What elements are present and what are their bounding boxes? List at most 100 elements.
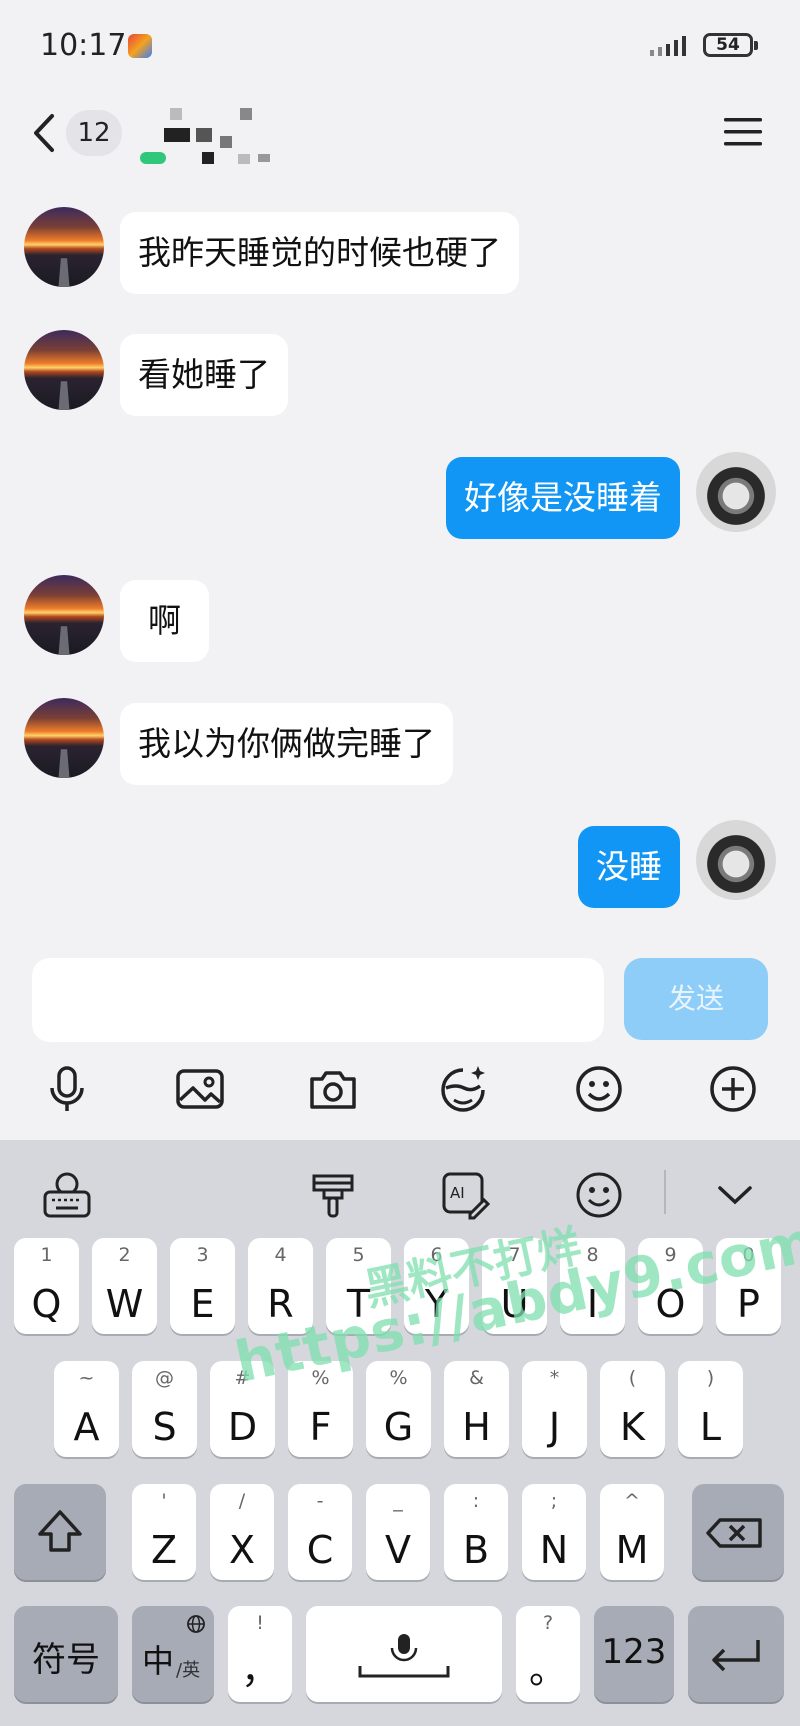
key-hint: _ bbox=[393, 1490, 403, 1512]
key-label: E bbox=[190, 1282, 215, 1326]
microphone-icon[interactable] bbox=[42, 1064, 92, 1114]
keyboard-emoji-icon[interactable] bbox=[574, 1170, 624, 1220]
message-input[interactable] bbox=[32, 958, 604, 1042]
key-label: N bbox=[539, 1528, 569, 1572]
plus-icon[interactable] bbox=[708, 1064, 758, 1114]
ai-writing-icon[interactable]: AI bbox=[440, 1170, 490, 1220]
user-avatar[interactable] bbox=[696, 820, 776, 900]
key-z[interactable]: ' Z bbox=[132, 1484, 196, 1580]
user-avatar[interactable] bbox=[696, 452, 776, 532]
comma-key-hint: ! bbox=[256, 1612, 264, 1634]
back-icon[interactable] bbox=[26, 110, 66, 156]
keyboard-skin-brush-icon[interactable] bbox=[308, 1170, 358, 1220]
contact-name-pixelated bbox=[140, 108, 270, 164]
unread-count-badge[interactable]: 12 bbox=[66, 110, 122, 156]
key-label: Q bbox=[31, 1282, 62, 1326]
contact-avatar[interactable] bbox=[24, 330, 104, 410]
key-label: C bbox=[306, 1528, 334, 1572]
key-e[interactable]: 3E bbox=[170, 1238, 235, 1334]
key-g[interactable]: % G bbox=[366, 1361, 431, 1457]
key-hint: 2 bbox=[118, 1244, 131, 1266]
menu-icon[interactable] bbox=[724, 116, 762, 148]
contact-avatar[interactable] bbox=[24, 207, 104, 287]
space-key[interactable] bbox=[306, 1606, 502, 1702]
collapse-keyboard-icon[interactable] bbox=[710, 1170, 760, 1220]
contact-avatar[interactable] bbox=[24, 575, 104, 655]
key-s[interactable]: @ S bbox=[132, 1361, 197, 1457]
period-key-label: 。 bbox=[528, 1648, 567, 1692]
message-bubble-received[interactable]: 看她睡了 bbox=[120, 334, 288, 416]
key-hint: 3 bbox=[196, 1244, 209, 1266]
app-notification-icon bbox=[128, 34, 152, 58]
key-hint: ) bbox=[706, 1367, 715, 1389]
key-v[interactable]: _ V bbox=[366, 1484, 430, 1580]
key-hint: ; bbox=[550, 1490, 558, 1512]
period-key[interactable]: ? 。 bbox=[516, 1606, 580, 1702]
key-label: F bbox=[309, 1405, 332, 1449]
key-hint: 1 bbox=[40, 1244, 53, 1266]
key-hint: ~ bbox=[78, 1367, 95, 1389]
key-l[interactable]: ) L bbox=[678, 1361, 743, 1457]
emoji-icon[interactable] bbox=[574, 1064, 624, 1114]
period-key-hint: ? bbox=[542, 1612, 554, 1634]
key-m[interactable]: ^ M bbox=[600, 1484, 664, 1580]
key-label: A bbox=[73, 1405, 100, 1449]
comma-key[interactable]: ! ， bbox=[228, 1606, 292, 1702]
language-key-sub: /英 bbox=[176, 1660, 201, 1681]
backspace-key[interactable] bbox=[692, 1484, 784, 1580]
key-hint: / bbox=[238, 1490, 246, 1512]
key-label: B bbox=[462, 1528, 490, 1572]
message-bubble-sent[interactable]: 没睡 bbox=[578, 826, 680, 908]
key-label: K bbox=[620, 1405, 645, 1449]
symbols-key[interactable]: 符号 bbox=[14, 1606, 118, 1702]
message-bubble-received[interactable]: 啊 bbox=[120, 580, 209, 662]
key-label: X bbox=[228, 1528, 256, 1572]
key-k[interactable]: (K bbox=[600, 1361, 665, 1457]
signal-icon bbox=[650, 36, 686, 56]
key-label: J bbox=[548, 1405, 561, 1449]
key-h[interactable]: & H bbox=[444, 1361, 509, 1457]
status-time: 10:17 bbox=[40, 28, 127, 63]
key-j[interactable]: * J bbox=[522, 1361, 587, 1457]
key-hint: % bbox=[389, 1367, 408, 1389]
key-label: S bbox=[152, 1405, 177, 1449]
message-bubble-received[interactable]: 我昨天睡觉的时候也硬了 bbox=[120, 212, 519, 294]
key-label: G bbox=[383, 1405, 414, 1449]
key-c[interactable]: -C bbox=[288, 1484, 352, 1580]
send-button[interactable]: 发送 bbox=[624, 958, 768, 1040]
backspace-icon bbox=[706, 1518, 762, 1548]
toolbar-divider bbox=[664, 1170, 666, 1214]
key-label: W bbox=[105, 1282, 144, 1326]
sticker-edit-icon[interactable] bbox=[438, 1064, 488, 1114]
symbols-key-label: 符号 bbox=[32, 1640, 100, 1680]
globe-icon bbox=[187, 1615, 205, 1633]
key-label: H bbox=[462, 1405, 491, 1449]
key-hint: ( bbox=[628, 1367, 637, 1389]
enter-key[interactable] bbox=[688, 1606, 784, 1702]
enter-icon bbox=[712, 1640, 760, 1672]
key-label: D bbox=[227, 1405, 258, 1449]
key-n[interactable]: ; N bbox=[522, 1484, 586, 1580]
key-hint: * bbox=[549, 1367, 560, 1389]
key-x[interactable]: / X bbox=[210, 1484, 274, 1580]
key-a[interactable]: ~ A bbox=[54, 1361, 119, 1457]
key-label: Z bbox=[150, 1528, 178, 1572]
message-bubble-sent[interactable]: 好像是没睡着 bbox=[446, 457, 680, 539]
contact-avatar[interactable] bbox=[24, 698, 104, 778]
numbers-key[interactable]: 123 bbox=[594, 1606, 674, 1702]
keyboard-globe-icon[interactable] bbox=[42, 1170, 92, 1220]
language-switch-key[interactable]: 中 /英 bbox=[132, 1606, 214, 1702]
key-hint: & bbox=[469, 1367, 484, 1389]
key-hint: - bbox=[316, 1490, 324, 1512]
key-label: L bbox=[699, 1405, 722, 1449]
key-w[interactable]: 2W bbox=[92, 1238, 157, 1334]
shift-key[interactable] bbox=[14, 1484, 106, 1580]
key-label: V bbox=[385, 1528, 411, 1572]
image-icon[interactable] bbox=[175, 1064, 225, 1114]
key-q[interactable]: 1Q bbox=[14, 1238, 79, 1334]
camera-icon[interactable] bbox=[308, 1064, 358, 1114]
numbers-key-label: 123 bbox=[601, 1632, 667, 1672]
key-b[interactable]: :B bbox=[444, 1484, 508, 1580]
message-bubble-received[interactable]: 我以为你俩做完睡了 bbox=[120, 703, 453, 785]
comma-key-label: ， bbox=[240, 1648, 279, 1692]
